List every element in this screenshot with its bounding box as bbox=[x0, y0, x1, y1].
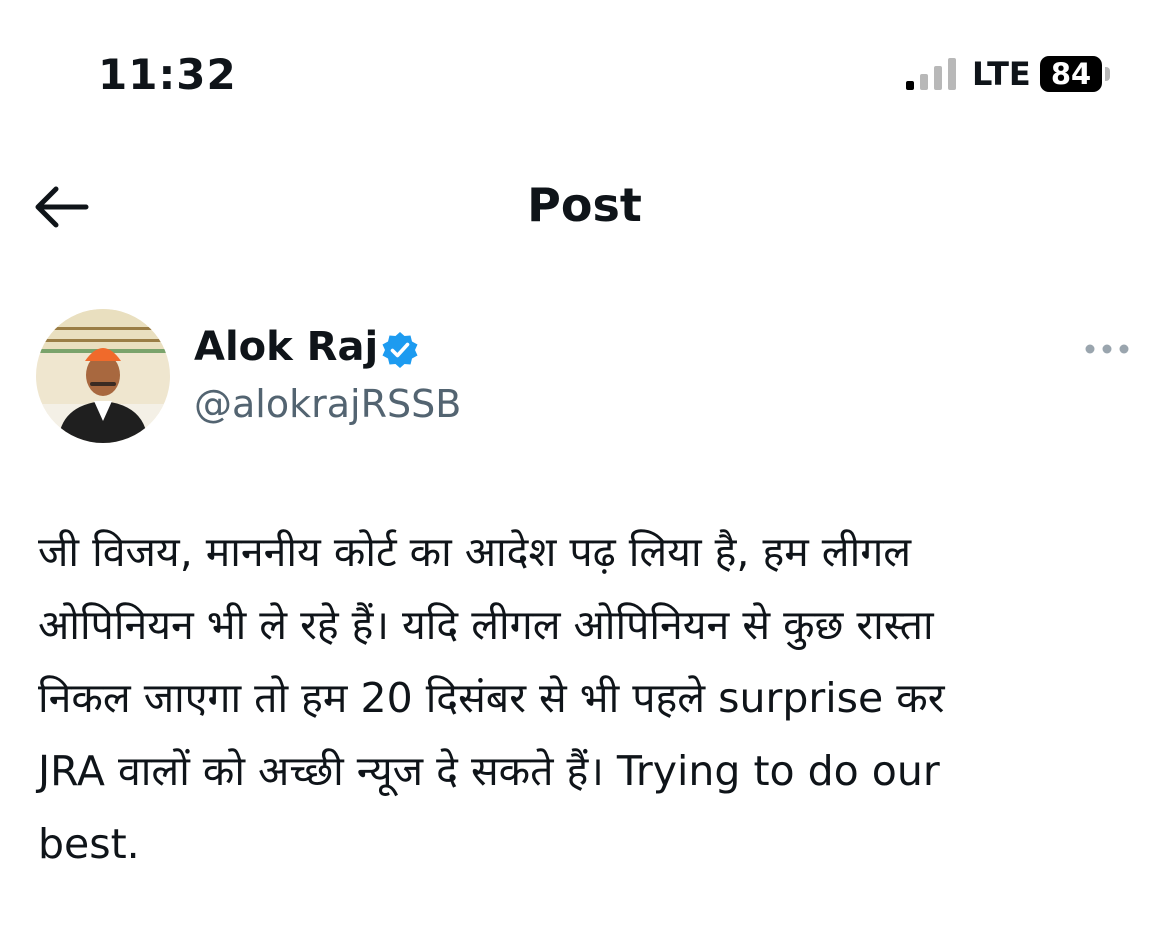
post-text-line: निकल जाएगा तो हम 20 दिसंबर से भी पहले su… bbox=[38, 674, 945, 722]
battery-tip bbox=[1105, 67, 1110, 81]
author-name[interactable]: Alok Raj bbox=[194, 324, 378, 370]
avatar-image bbox=[36, 309, 170, 443]
status-bar: 11:32 LTE 84 bbox=[0, 0, 1169, 150]
signal-bar bbox=[906, 81, 914, 90]
post-text-line: जी विजय, माननीय कोर्ट का आदेश पढ़ लिया ह… bbox=[38, 528, 912, 576]
network-type: LTE bbox=[972, 55, 1031, 93]
cellular-signal-icon bbox=[906, 58, 962, 90]
author-handle[interactable]: @alokrajRSSB bbox=[194, 382, 461, 426]
signal-bar bbox=[948, 58, 956, 90]
verified-badge-icon bbox=[380, 330, 420, 370]
signal-bar bbox=[934, 66, 942, 90]
signal-bar bbox=[920, 74, 928, 90]
more-options-button[interactable] bbox=[1082, 336, 1132, 362]
status-time: 11:32 bbox=[98, 50, 237, 99]
more-horizontal-icon bbox=[1085, 344, 1129, 354]
avatar[interactable] bbox=[36, 309, 170, 443]
page-title: Post bbox=[527, 178, 642, 232]
post-text: जी विजय, माननीय कोर्ट का आदेश पढ़ लिया ह… bbox=[38, 516, 1138, 881]
battery-icon: 84 bbox=[1040, 56, 1102, 92]
post-text-line: best. bbox=[38, 820, 140, 868]
post-text-line: ओपिनियन भी ले रहे हैं। यदि लीगल ओपिनियन … bbox=[38, 601, 934, 649]
post-screen: 11:32 LTE 84 Post Alok Raj @alokrajRSSB … bbox=[0, 0, 1169, 927]
post-text-line: JRA वालों को अच्छी न्यूज दे सकते हैं। Tr… bbox=[38, 747, 940, 795]
